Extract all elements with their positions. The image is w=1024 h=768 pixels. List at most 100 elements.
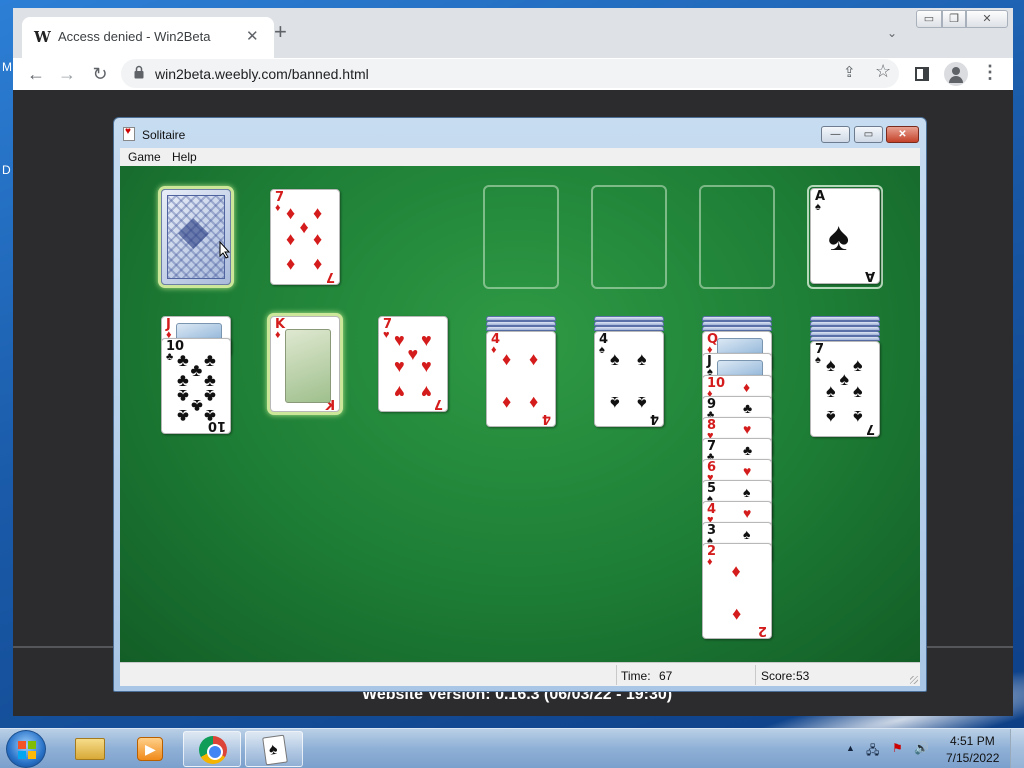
card-pip: ♠ [826,407,836,427]
score-label: Score: [761,669,796,683]
card-pip: ♣ [190,360,203,380]
share-icon[interactable]: ⇪ [843,63,856,81]
solitaire-titlebar[interactable]: Solitaire — ▭ ✕ [114,118,926,146]
playing-card[interactable]: K ♦ K [270,316,340,412]
browser-close-button[interactable]: ✕ [966,10,1008,28]
show-desktop-button[interactable] [1010,729,1024,768]
solitaire-menubar: Game Help [120,148,920,166]
taskbar-media-player[interactable] [121,731,179,767]
solitaire-icon [262,734,288,766]
card-suit: ♣ [166,351,174,363]
card-pip: ♦ [502,349,512,369]
show-hidden-icons-icon[interactable]: ▲ [846,743,855,753]
game-table[interactable]: 7♦7♦♦♦♦♦♦♦A♠A♠J♦10♣10♣♣♣♣♣♣♣♣♣♣K♦K7♥7♥♥♥… [120,166,920,662]
media-player-icon [137,737,163,761]
chrome-icon [199,736,227,764]
browser-minimize-button[interactable]: ▭ [916,10,942,28]
menu-help[interactable]: Help [172,150,197,164]
reload-icon[interactable]: ↻ [87,61,113,87]
chrome-menu-icon[interactable]: ⋮ [981,62,999,83]
foundation-slot[interactable] [591,185,667,289]
address-bar[interactable]: win2beta.weebly.com/banned.html ⇪ ☆ [121,59,899,88]
card-pip: ♣ [177,406,189,426]
card-pip: ♠ [826,381,836,401]
tab-title: Access denied - Win2Beta [58,29,211,44]
card-rank-bottom: 4 [541,411,551,426]
card-pip: ♣ [204,406,216,426]
volume-icon[interactable]: 🔊 [914,741,929,755]
resize-grip[interactable] [910,676,918,684]
menu-game[interactable]: Game [128,150,161,164]
network-icon[interactable]: 🖧 [866,741,879,762]
card-pip: ♥ [421,356,432,376]
tab-search-icon[interactable]: ⌄ [887,26,897,40]
card-pip: ♥ [394,382,405,402]
desktop-icon-label[interactable]: D [2,163,11,177]
card-rank-bottom: 2 [757,623,767,638]
solitaire-statusbar: Time: 67 Score: 53 [120,662,920,686]
bookmark-star-icon[interactable]: ☆ [875,61,891,82]
tab-close-icon[interactable]: ✕ [246,27,259,45]
playing-card[interactable]: 4 ♦ 4 ♦ ♦ ♦ ♦ [486,331,556,427]
taskbar-file-explorer[interactable] [61,731,119,767]
forward-icon[interactable]: → [54,61,80,87]
action-center-flag-icon[interactable]: ⚑ [892,741,903,755]
browser-restore-button[interactable]: ❐ [942,10,966,28]
playing-card[interactable]: 2 ♦ 2 ♦ ♦ [702,543,772,639]
foundation-slot[interactable] [483,185,559,289]
tab-access-denied[interactable]: W Access denied - Win2Beta ✕ [22,17,274,58]
card-pip: ♥ [743,421,752,437]
status-separator [755,665,756,685]
profile-avatar-icon[interactable] [944,62,968,86]
desktop-icon-label[interactable]: M [2,60,12,74]
solitaire-minimize-button[interactable]: — [821,126,850,143]
playing-card[interactable]: 4 ♠ 4 ♠ ♠ ♠ ♠ [594,331,664,427]
solitaire-close-button[interactable]: ✕ [886,126,919,143]
mouse-cursor-icon [219,240,231,259]
card-suit: ♦ [275,329,281,341]
score-value: 53 [796,669,810,683]
weebly-favicon-icon: W [34,28,51,46]
card-pip: ♠ [839,369,850,389]
side-panel-icon[interactable] [915,67,929,81]
playing-card[interactable]: 7 ♠ 7 ♠ ♠ ♠ ♠ ♠ ♠ ♠ [810,341,880,437]
card-pip: ♣ [190,396,203,416]
card-pip: ♦ [731,605,741,625]
stock-pile[interactable] [161,189,231,285]
card-pip: ♦ [313,203,323,223]
card-pip: ♦ [502,393,512,413]
url-text[interactable]: win2beta.weebly.com/banned.html [155,66,369,82]
playing-card[interactable]: 7 ♥ 7 ♥ ♥ ♥ ♥ ♥ ♥ ♥ [378,316,448,412]
card-pip: ♠ [853,407,863,427]
new-tab-button[interactable]: + [274,21,287,43]
card-pip: ♥ [743,505,752,521]
clock-date[interactable]: 7/15/2022 [946,751,999,765]
back-icon[interactable]: ← [23,61,49,87]
card-pip: ♦ [529,393,539,413]
start-button[interactable] [6,730,46,768]
tab-strip: W Access denied - Win2Beta ✕ + ⌄ ▭ ❐ ✕ [13,8,1013,58]
card-pip: ♥ [421,330,432,350]
card-rank-bottom: 7 [433,396,443,411]
playing-card[interactable]: 7 ♦ 7 ♦ ♦ ♦ ♦ ♦ ♦ ♦ [270,189,340,285]
playing-card[interactable]: A ♠ A ♠ [810,188,880,284]
taskbar-chrome[interactable] [183,731,241,767]
foundation-slot[interactable] [699,185,775,289]
card-pip: ♦ [529,349,539,369]
card-pip: ♥ [421,382,432,402]
clock-time[interactable]: 4:51 PM [950,734,995,748]
lock-icon[interactable] [134,65,144,79]
solitaire-title: Solitaire [142,128,186,142]
card-pip: ♦ [313,229,323,249]
card-pip: ♥ [743,463,752,479]
card-pip: ♥ [394,330,405,350]
card-pip: ♥ [407,344,419,364]
solitaire-maximize-button[interactable]: ▭ [854,126,883,143]
card-pip: ♦ [286,203,296,223]
taskbar: ▲ 🖧 ⚑ 🔊 4:51 PM 7/15/2022 [0,728,1024,768]
taskbar-solitaire[interactable] [245,731,303,767]
card-pip: ♠ [853,355,863,375]
card-rank-bottom: A [864,268,875,283]
playing-card[interactable]: 10 ♣ 10 ♣ ♣ ♣ ♣ ♣ ♣ ♣ ♣ ♣ ♣ [161,338,231,434]
card-pip: ♠ [828,215,850,259]
